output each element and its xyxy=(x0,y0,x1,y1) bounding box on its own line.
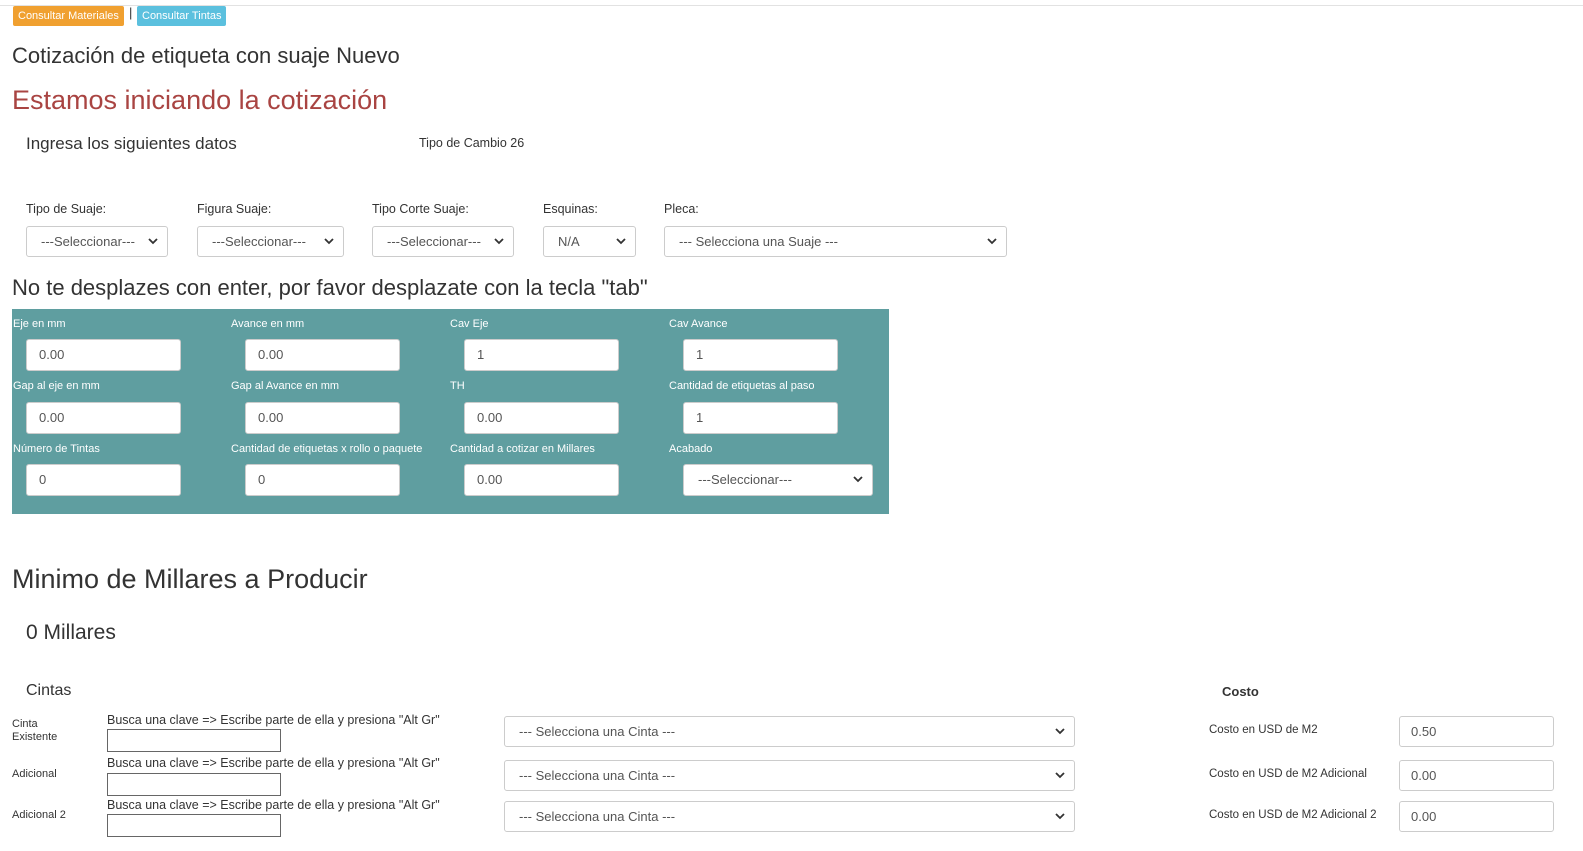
top-divider xyxy=(0,5,1583,6)
costo-heading: Costo xyxy=(1222,684,1259,699)
adicional-label: Adicional xyxy=(12,768,57,780)
minimo-millares-value: 0 Millares xyxy=(26,621,116,644)
gap-avance-input[interactable]: 0.00 xyxy=(245,402,400,434)
cav-eje-label: Cav Eje xyxy=(450,318,489,330)
gap-eje-input[interactable]: 0.00 xyxy=(26,402,181,434)
consultar-materiales-button[interactable]: Consultar Materiales xyxy=(13,6,124,26)
figura-suaje-label: Figura Suaje: xyxy=(197,202,272,216)
figura-suaje-value: ---Seleccionar--- xyxy=(212,234,306,249)
exchange-rate: Tipo de Cambio 26 xyxy=(419,136,525,150)
th-label: TH xyxy=(450,380,465,392)
esquinas-select[interactable]: N/A xyxy=(543,226,636,257)
chevron-down-icon xyxy=(324,238,334,245)
chevron-down-icon xyxy=(616,238,626,245)
acabado-value: ---Seleccionar--- xyxy=(698,472,792,487)
toolbar-separator: | xyxy=(129,5,133,20)
gap-avance-label: Gap al Avance en mm xyxy=(231,380,340,392)
cinta-existente-label: Cinta Existente xyxy=(12,718,58,743)
costo-m2-adicional-label: Costo en USD de M2 Adicional xyxy=(1209,768,1367,780)
cintas-heading: Cintas xyxy=(26,682,72,699)
cinta-search-hint: Busca una clave => Escribe parte de ella… xyxy=(107,756,440,770)
tipo-corte-suaje-label: Tipo Corte Suaje: xyxy=(372,202,469,216)
tab-navigation-notice: No te desplazes con enter, por favor des… xyxy=(12,275,648,300)
cinta-search-hint: Busca una clave => Escribe parte de ella… xyxy=(107,713,440,727)
adicional-2-value: --- Selecciona una Cinta --- xyxy=(519,809,676,824)
minimo-millares-heading: Minimo de Millares a Producir xyxy=(12,564,368,594)
acabado-label: Acabado xyxy=(669,443,713,455)
page-title: Cotización de etiqueta con suaje Nuevo xyxy=(12,43,400,68)
adicional-search-input[interactable] xyxy=(107,773,281,796)
pleca-label: Pleca: xyxy=(664,202,699,216)
cav-avance-input[interactable]: 1 xyxy=(683,339,838,371)
costo-m2-adicional-2-input[interactable]: 0.00 xyxy=(1399,801,1554,832)
cantidad-millares-input[interactable]: 0.00 xyxy=(464,464,619,496)
intro-text: Ingresa los siguientes datos xyxy=(26,134,237,153)
adicional-2-search-input[interactable] xyxy=(107,814,281,837)
esquinas-value: N/A xyxy=(558,234,580,249)
gap-eje-label: Gap al eje en mm xyxy=(13,380,100,392)
acabado-select[interactable]: ---Seleccionar--- xyxy=(683,464,873,496)
status-heading: Estamos iniciando la cotización xyxy=(12,85,388,115)
cinta-search-hint: Busca una clave => Escribe parte de ella… xyxy=(107,798,440,812)
chevron-down-icon xyxy=(853,476,863,483)
adicional-value: --- Selecciona una Cinta --- xyxy=(519,768,676,783)
cav-avance-label: Cav Avance xyxy=(669,318,728,330)
cinta-existente-select[interactable]: --- Selecciona una Cinta --- xyxy=(504,716,1075,747)
numero-tintas-input[interactable]: 0 xyxy=(26,464,181,496)
cinta-existente-search-input[interactable] xyxy=(107,729,281,752)
adicional-select[interactable]: --- Selecciona una Cinta --- xyxy=(504,760,1075,791)
cantidad-millares-label: Cantidad a cotizar en Millares xyxy=(450,443,595,455)
esquinas-label: Esquinas: xyxy=(543,202,598,216)
chevron-down-icon xyxy=(494,238,504,245)
tipo-suaje-select[interactable]: ---Seleccionar--- xyxy=(26,226,168,257)
cinta-existente-value: --- Selecciona una Cinta --- xyxy=(519,724,676,739)
chevron-down-icon xyxy=(1055,728,1065,735)
etiquetas-paso-label: Cantidad de etiquetas al paso xyxy=(669,380,815,392)
tipo-corte-suaje-select[interactable]: ---Seleccionar--- xyxy=(372,226,514,257)
etiquetas-rollo-label: Cantidad de etiquetas x rollo o paquete xyxy=(231,443,423,455)
costo-m2-adicional-2-label: Costo en USD de M2 Adicional 2 xyxy=(1209,809,1377,821)
cav-eje-input[interactable]: 1 xyxy=(464,339,619,371)
tipo-suaje-value: ---Seleccionar--- xyxy=(41,234,135,249)
tipo-suaje-label: Tipo de Suaje: xyxy=(26,202,107,216)
costo-m2-label: Costo en USD de M2 xyxy=(1209,724,1318,736)
eje-input[interactable]: 0.00 xyxy=(26,339,181,371)
etiquetas-rollo-input[interactable]: 0 xyxy=(245,464,400,496)
avance-input[interactable]: 0.00 xyxy=(245,339,400,371)
pleca-select[interactable]: --- Selecciona una Suaje --- xyxy=(664,226,1007,257)
figura-suaje-select[interactable]: ---Seleccionar--- xyxy=(197,226,344,257)
th-input[interactable]: 0.00 xyxy=(464,402,619,434)
adicional-2-select[interactable]: --- Selecciona una Cinta --- xyxy=(504,801,1075,832)
pleca-value: --- Selecciona una Suaje --- xyxy=(679,234,838,249)
chevron-down-icon xyxy=(1055,772,1065,779)
consultar-tintas-button[interactable]: Consultar Tintas xyxy=(137,6,227,26)
etiquetas-paso-input[interactable]: 1 xyxy=(683,402,838,434)
avance-label: Avance en mm xyxy=(231,318,305,330)
chevron-down-icon xyxy=(1055,813,1065,820)
adicional-2-label: Adicional 2 xyxy=(12,809,66,821)
costo-m2-input[interactable]: 0.50 xyxy=(1399,716,1554,747)
numero-tintas-label: Número de Tintas xyxy=(13,443,100,455)
eje-label: Eje en mm xyxy=(13,318,66,330)
chevron-down-icon xyxy=(148,238,158,245)
costo-m2-adicional-input[interactable]: 0.00 xyxy=(1399,760,1554,791)
tipo-corte-suaje-value: ---Seleccionar--- xyxy=(387,234,481,249)
chevron-down-icon xyxy=(987,238,997,245)
